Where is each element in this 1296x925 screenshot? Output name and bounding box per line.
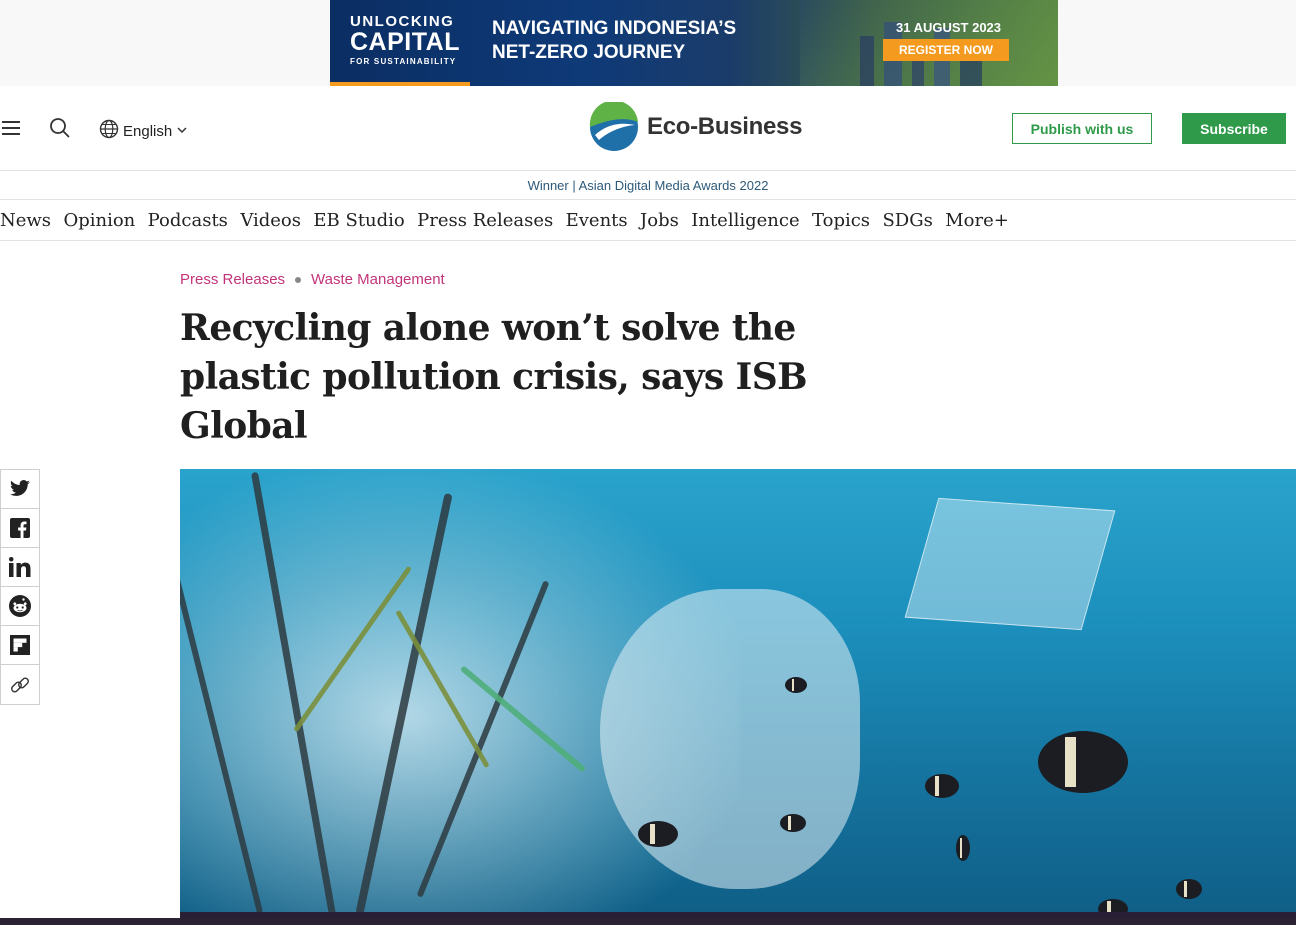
subscribe-button[interactable]: Subscribe (1182, 113, 1286, 144)
nav-topics[interactable]: Topics (812, 210, 870, 231)
breadcrumb: Press Releases Waste Management (180, 271, 445, 288)
ad-brand-line3: FOR SUSTAINABILITY (350, 57, 457, 66)
nav-podcasts[interactable]: Podcasts (148, 210, 228, 231)
nav-press-releases[interactable]: Press Releases (417, 210, 553, 231)
main-nav: News Opinion Podcasts Videos EB Studio P… (0, 200, 1296, 241)
language-label: English (123, 122, 173, 140)
nav-intelligence[interactable]: Intelligence (691, 210, 799, 231)
share-rail (0, 469, 40, 705)
eco-business-logo-icon (589, 100, 639, 152)
page-bottom-bar (0, 918, 1296, 925)
site-header: English Eco-Business Publish with us Sub… (0, 86, 1296, 171)
hamburger-menu-icon[interactable] (2, 121, 20, 135)
ad-brand-line2: CAPITAL (350, 28, 460, 56)
article-title: Recycling alone won’t solve the plastic … (180, 307, 808, 447)
ad-register-button[interactable]: REGISTER NOW (883, 39, 1009, 61)
ad-headline-line1: NAVIGATING INDONESIA’S (492, 18, 737, 39)
hero-image (180, 469, 1296, 918)
globe-icon (99, 119, 119, 143)
ad-date: 31 AUGUST 2023 (896, 20, 1002, 35)
linkedin-icon[interactable] (1, 548, 39, 587)
ad-headline-line2: NET-ZERO JOURNEY (492, 42, 686, 63)
chevron-down-icon (176, 123, 188, 140)
nav-jobs[interactable]: Jobs (640, 210, 679, 231)
nav-sdgs[interactable]: SDGs (882, 210, 932, 231)
ad-brand: UNLOCKING CAPITAL FOR SUSTAINABILITY (350, 14, 460, 66)
language-selector[interactable]: English (99, 119, 188, 143)
nav-more[interactable]: More+ (945, 210, 1009, 231)
nav-events[interactable]: Events (566, 210, 628, 231)
nav-opinion[interactable]: Opinion (63, 210, 135, 231)
flipboard-icon[interactable] (1, 626, 39, 665)
site-logo[interactable]: Eco-Business (589, 100, 803, 152)
nav-eb-studio[interactable]: EB Studio (313, 210, 404, 231)
nav-news[interactable]: News (0, 210, 51, 231)
reddit-icon[interactable] (1, 587, 39, 626)
twitter-icon[interactable] (1, 470, 39, 509)
category-link[interactable]: Press Releases (180, 271, 285, 288)
search-icon[interactable] (49, 117, 71, 139)
ad-banner[interactable]: UNLOCKING CAPITAL FOR SUSTAINABILITY NAV… (330, 0, 1058, 86)
publish-with-us-button[interactable]: Publish with us (1012, 113, 1152, 144)
facebook-icon[interactable] (1, 509, 39, 548)
link-icon[interactable] (1, 665, 39, 704)
award-banner[interactable]: Winner | Asian Digital Media Awards 2022 (0, 171, 1296, 200)
nav-videos[interactable]: Videos (240, 210, 301, 231)
ad-headline: NAVIGATING INDONESIA’S NET-ZERO JOURNEY (492, 17, 736, 65)
subcategory-link[interactable]: Waste Management (311, 271, 445, 288)
logo-text: Eco-Business (647, 113, 803, 140)
breadcrumb-separator (295, 276, 302, 283)
ad-brand-line1: UNLOCKING (350, 13, 455, 30)
